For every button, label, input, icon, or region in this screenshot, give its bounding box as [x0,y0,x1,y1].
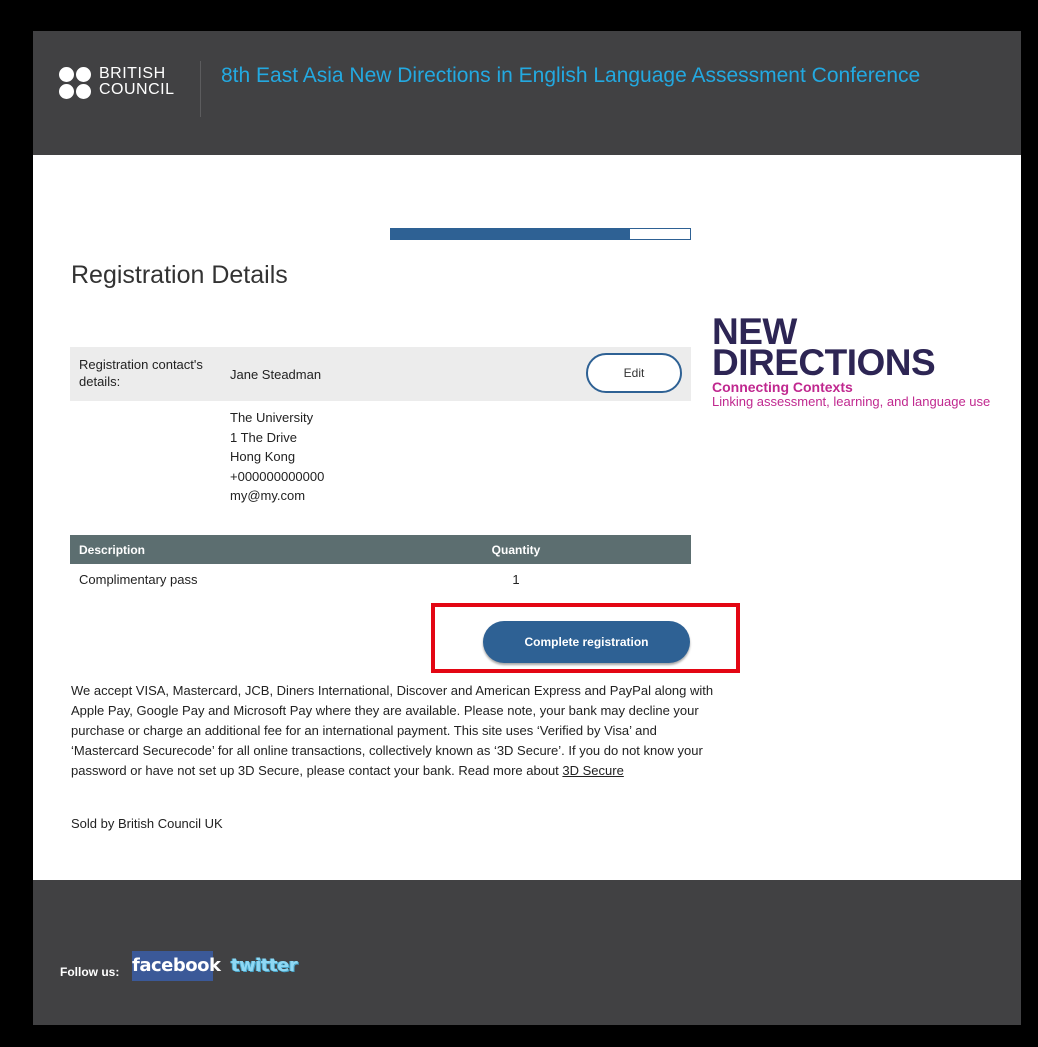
description-column-header: Description [70,535,479,564]
edit-contact-button[interactable]: Edit [586,353,682,393]
table-header-row: Description Quantity [70,535,691,564]
address-line: 1 The Drive [230,429,297,445]
contact-details-row: Registration contact's details: Jane Ste… [70,347,691,401]
british-council-dots-icon [59,67,93,99]
new-directions-title: NEW DIRECTIONS [712,311,936,383]
header-divider [200,61,201,117]
conference-title: 8th East Asia New Directions in English … [221,64,921,87]
site-footer: Follow us: facebook twitter [33,880,1021,1025]
page-title: Registration Details [71,261,288,289]
new-directions-subtitle: Linking assessment, learning, and langua… [712,394,991,409]
payment-info-text: We accept VISA, Mastercard, JCB, Diners … [71,683,714,778]
complete-registration-button[interactable]: Complete registration [483,621,690,663]
page: BRITISH COUNCIL 8th East Asia New Direct… [33,31,1021,1025]
progress-bar [390,228,691,240]
item-description: Complimentary pass [79,571,198,587]
address-line: Hong Kong [230,449,296,464]
phone-number: +000000000000 [230,468,325,484]
twitter-icon[interactable]: twitter [231,954,298,978]
contact-address: The University 1 The Drive Hong Kong +00… [230,408,324,506]
table-row: Complimentary pass 1 [70,564,691,594]
sold-by-text: Sold by British Council UK [71,816,223,831]
new-directions-logo: NEW DIRECTIONS Connecting Contexts Linki… [712,311,1017,426]
british-council-logo[interactable]: BRITISH COUNCIL [59,65,179,101]
order-items-table: Description Quantity Complimentary pass … [70,535,691,594]
empty-column-header [553,535,691,564]
quantity-column-header: Quantity [479,535,553,564]
british-council-wordmark: BRITISH COUNCIL [99,65,175,98]
facebook-icon[interactable]: facebook [132,951,221,981]
site-header: BRITISH COUNCIL 8th East Asia New Direct… [33,31,1021,155]
contact-details-label: Registration contact's details: [79,357,203,389]
progress-bar-fill [391,229,631,239]
item-quantity: 1 [512,571,520,587]
address-line: The University [230,410,314,425]
email-address: my@my.com [230,488,306,503]
follow-us-label: Follow us: [60,965,120,979]
contact-name: Jane Steadman [230,367,322,382]
3d-secure-link[interactable]: 3D Secure [562,763,623,778]
